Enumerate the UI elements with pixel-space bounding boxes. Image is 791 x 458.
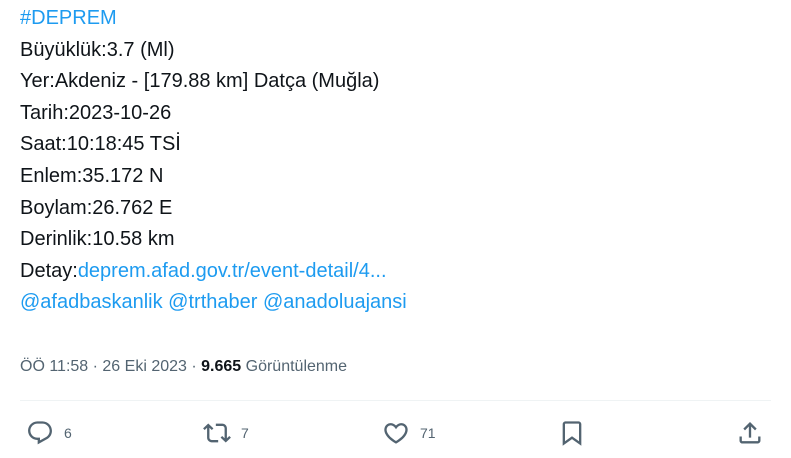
mention-anadoluajansi[interactable]: @anadoluajansi bbox=[263, 291, 407, 313]
retweet-button[interactable]: 7 bbox=[203, 418, 249, 448]
reply-icon bbox=[28, 421, 52, 445]
mention-afadbaskanlik[interactable]: @afadbaskanlik bbox=[20, 291, 163, 313]
views-label: Görüntülenme bbox=[241, 358, 348, 375]
date-line: Tarih:2023-10-26 bbox=[20, 101, 172, 124]
time-line: Saat:10:18:45 TSİ bbox=[20, 133, 181, 156]
like-count: 71 bbox=[420, 425, 436, 441]
bookmark-button[interactable] bbox=[558, 418, 586, 448]
divider bbox=[20, 400, 771, 401]
tweet-text: #DEPREM Büyüklük:3.7 (Ml) Yer:Akdeniz - … bbox=[20, 3, 407, 319]
bookmark-icon bbox=[562, 421, 582, 446]
views-count: 9.665 bbox=[201, 358, 242, 375]
hashtag-line: #DEPREM bbox=[20, 3, 407, 35]
magnitude-line: Büyüklük:3.7 (Ml) bbox=[20, 38, 175, 61]
share-icon bbox=[739, 422, 761, 444]
reply-count: 6 bbox=[64, 425, 72, 441]
latitude-line: Enlem:35.172 N bbox=[20, 164, 164, 187]
meta-separator: · bbox=[88, 358, 103, 375]
mention-trthaber[interactable]: @trthaber bbox=[168, 291, 257, 313]
meta-separator: · bbox=[186, 358, 202, 375]
reply-button[interactable]: 6 bbox=[26, 418, 72, 448]
longitude-line: Boylam:26.762 E bbox=[20, 196, 173, 219]
mentions-line: @afadbaskanlik @trthaber @anadoluajansi bbox=[20, 287, 407, 319]
detail-line: Detay:deprem.afad.gov.tr/event-detail/4.… bbox=[20, 256, 407, 288]
like-button[interactable]: 71 bbox=[382, 418, 436, 448]
tweet-meta: ÖÖ 11:58 · 26 Eki 2023 · 9.665 Görüntüle… bbox=[20, 357, 347, 377]
retweet-icon bbox=[203, 423, 231, 443]
detail-label: Detay: bbox=[20, 259, 78, 282]
heart-icon bbox=[384, 423, 408, 444]
tweet-time[interactable]: ÖÖ 11:58 bbox=[20, 358, 88, 375]
depth-line: Derinlik:10.58 km bbox=[20, 228, 175, 251]
location-line: Yer:Akdeniz - [179.88 km] Datça (Muğla) bbox=[20, 70, 380, 93]
detail-link[interactable]: deprem.afad.gov.tr/event-detail/4... bbox=[78, 260, 387, 282]
tweet-date[interactable]: 26 Eki 2023 bbox=[102, 358, 187, 375]
hashtag-link[interactable]: #DEPREM bbox=[20, 7, 117, 29]
retweet-count: 7 bbox=[241, 425, 249, 441]
share-button[interactable] bbox=[736, 418, 764, 448]
